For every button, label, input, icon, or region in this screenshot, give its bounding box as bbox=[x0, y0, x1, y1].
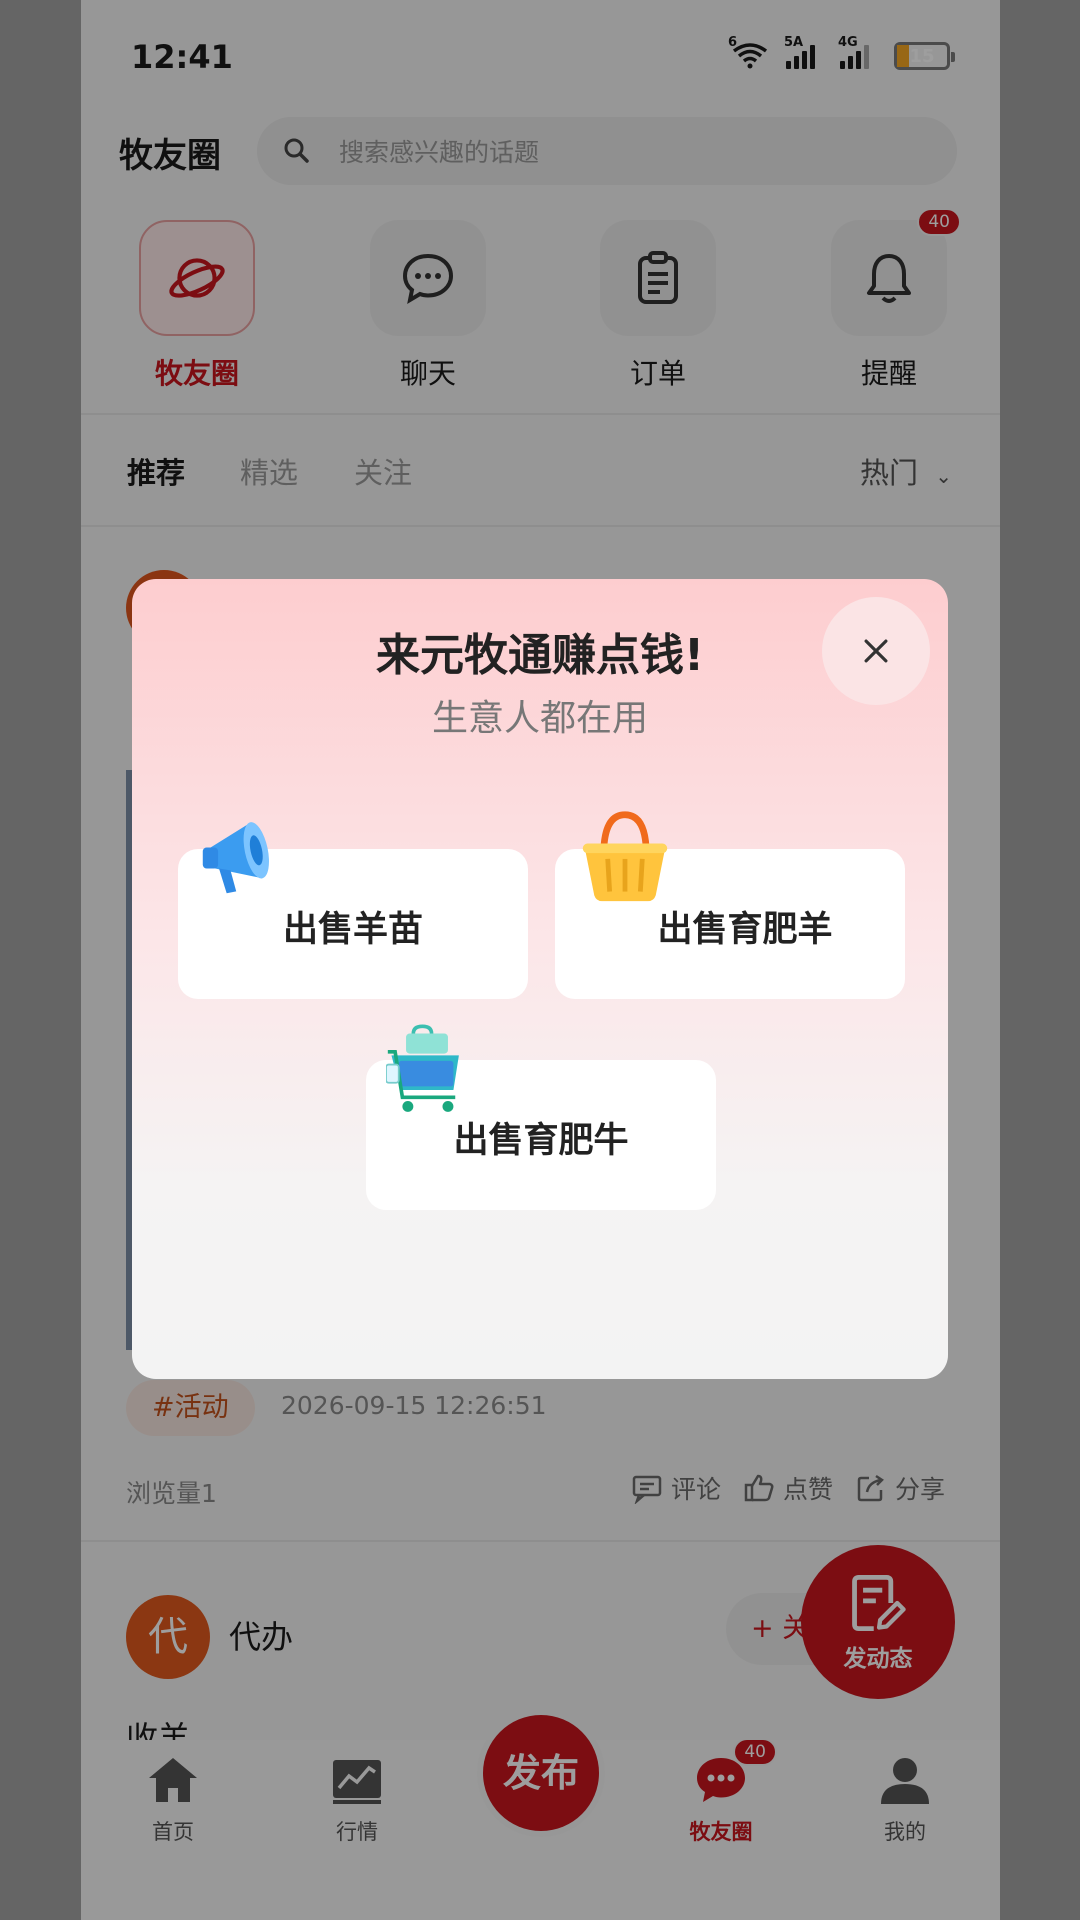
close-icon bbox=[864, 639, 888, 663]
option-label: 出售育肥牛 bbox=[453, 1121, 629, 1161]
option-sell-fattening-cattle[interactable]: 出售育肥牛 bbox=[366, 1024, 716, 1210]
option-label: 出售羊苗 bbox=[282, 910, 423, 950]
close-button[interactable] bbox=[822, 597, 930, 705]
promo-modal: 来元牧通赚点钱! 生意人都在用 出售羊苗 出售育肥羊 出售育肥牛 bbox=[132, 579, 948, 1379]
option-sell-fattening-sheep[interactable]: 出售育肥羊 bbox=[555, 811, 905, 999]
megaphone-icon bbox=[198, 809, 284, 909]
basket-icon bbox=[577, 809, 673, 909]
shopping-cart-icon bbox=[385, 1022, 468, 1122]
option-sell-lambs[interactable]: 出售羊苗 bbox=[178, 822, 528, 999]
option-label: 出售育肥羊 bbox=[657, 910, 833, 950]
modal-subtitle: 生意人都在用 bbox=[431, 698, 648, 739]
